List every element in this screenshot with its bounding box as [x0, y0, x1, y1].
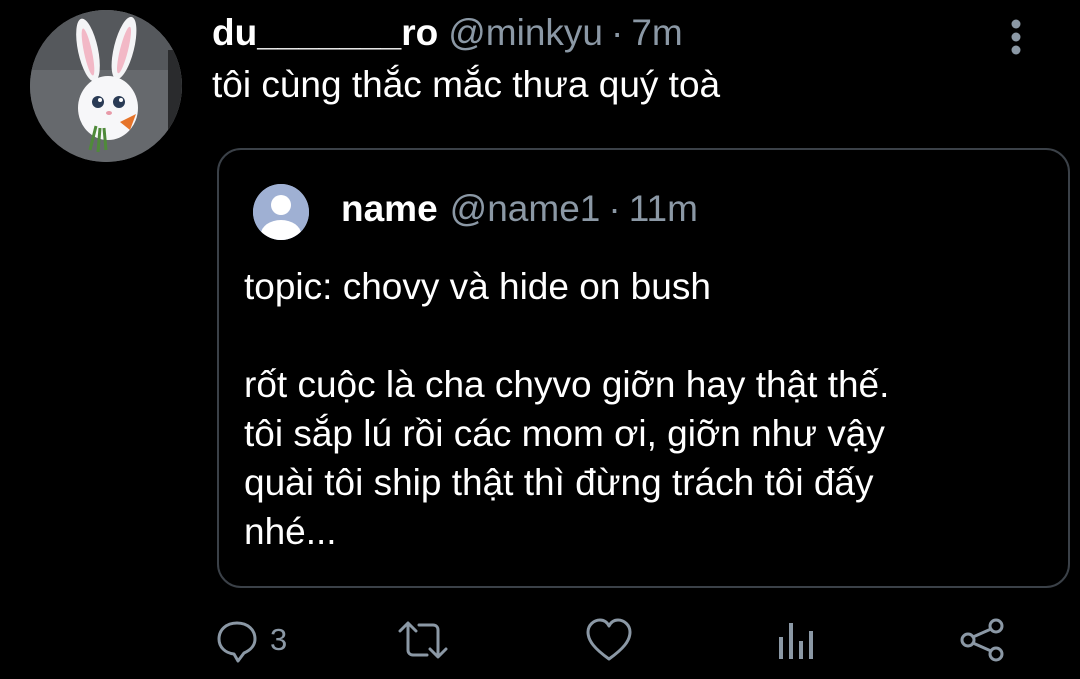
share-button[interactable]: [958, 612, 1006, 668]
bunny-avatar-icon: [30, 10, 182, 162]
quoted-text-line: quài tôi ship thật thì đừng trách tôi đấ…: [244, 462, 874, 503]
quoted-author-display-name[interactable]: name: [341, 188, 438, 230]
quoted-text-line: nhé...: [244, 511, 337, 552]
author-display-name[interactable]: du_______ro: [212, 12, 438, 54]
heart-icon: [586, 618, 632, 661]
retweet-button[interactable]: [397, 612, 449, 668]
tweet-header: du_______ro @minkyu · 7m: [212, 12, 683, 60]
tweet-action-bar: 3: [0, 612, 1080, 668]
author-avatar[interactable]: [30, 10, 182, 162]
default-user-icon: [253, 184, 309, 240]
quoted-author-avatar[interactable]: [253, 184, 309, 240]
author-handle[interactable]: @minkyu: [448, 12, 603, 54]
tweet-timestamp[interactable]: 7m: [631, 12, 682, 54]
reply-icon: [217, 621, 257, 663]
retweet-icon: [398, 621, 448, 659]
more-options-button[interactable]: [1002, 18, 1034, 58]
quoted-header-separator: ·: [608, 188, 621, 229]
like-button[interactable]: [585, 612, 633, 668]
quoted-text-line: topic: chovy và hide on bush: [244, 266, 711, 307]
reply-count: 3: [270, 622, 288, 657]
reply-button[interactable]: 3: [214, 612, 287, 668]
quoted-tweet-header: name @name1 · 11m: [341, 188, 698, 230]
tweet-text: tôi cùng thắc mắc thưa quý toà: [212, 64, 721, 105]
quoted-text-line: rốt cuộc là cha chyvo giỡn hay thật thế.: [244, 364, 890, 405]
quoted-text-line: tôi sắp lú rồi các mom ơi, giỡn như vậy: [244, 413, 885, 454]
quoted-tweet-card[interactable]: name @name1 · 11m topic: chovy và hide o…: [217, 148, 1070, 588]
analytics-button[interactable]: [776, 612, 816, 668]
quoted-text-blank-line: [244, 311, 1044, 360]
header-separator: ·: [611, 12, 624, 53]
quoted-tweet-text: topic: chovy và hide on bush rốt cuộc là…: [244, 262, 1044, 556]
more-vertical-icon: [1011, 19, 1021, 55]
analytics-icon: [779, 623, 813, 659]
quoted-tweet-timestamp[interactable]: 11m: [629, 188, 698, 230]
quoted-author-handle[interactable]: @name1: [450, 188, 601, 230]
share-icon: [960, 618, 1004, 662]
